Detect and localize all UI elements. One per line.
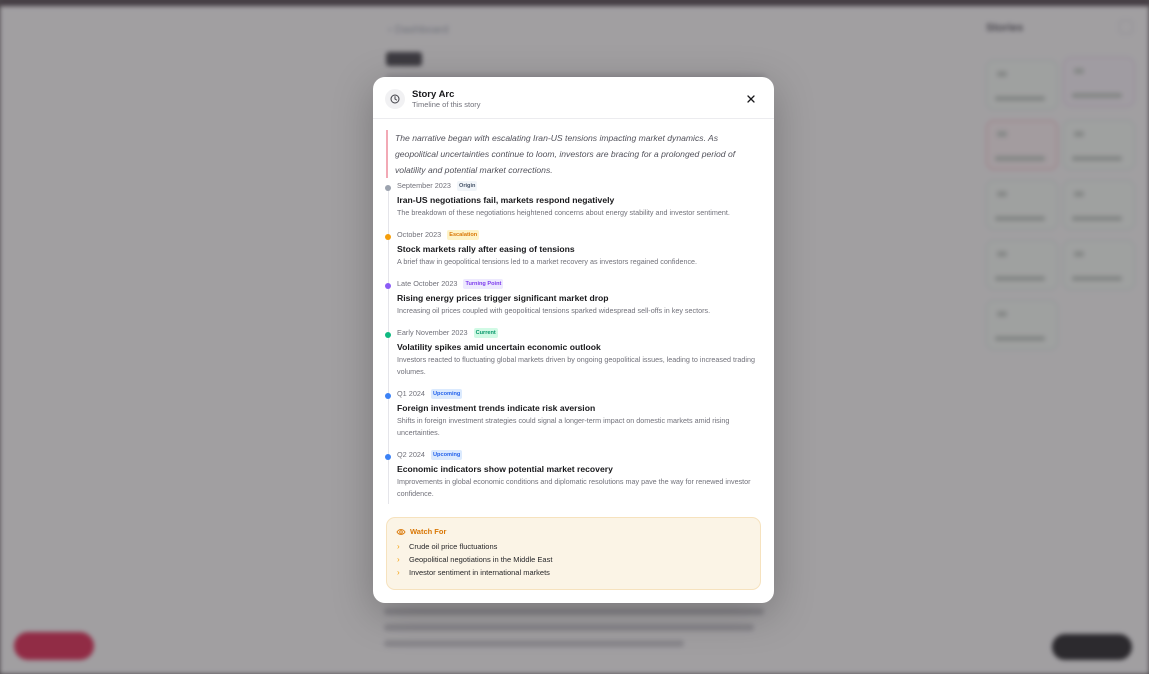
event-date: Early November 2023 bbox=[397, 328, 468, 337]
event-stage-badge: Upcoming bbox=[431, 450, 463, 460]
event-title: Volatility spikes amid uncertain economi… bbox=[397, 342, 601, 352]
watch-item: › Crude oil price fluctuations bbox=[397, 540, 747, 553]
eye-icon bbox=[396, 528, 406, 535]
event-meta: October 2023 Escalation bbox=[397, 229, 765, 241]
timeline-dot bbox=[385, 185, 391, 191]
watch-for-list: › Crude oil price fluctuations › Geopolitic… bbox=[397, 540, 747, 579]
event-description: Increasing oil prices coupled with geopo… bbox=[397, 306, 711, 315]
timeline-event: Q1 2024 Upcoming Foreign investment trends… bbox=[385, 388, 765, 439]
timeline: September 2023 Origin Iran-US negotiations… bbox=[385, 180, 765, 504]
chevron-right-icon: › bbox=[397, 568, 400, 577]
timeline-event: October 2023 Escalation Stock markets rall… bbox=[385, 229, 765, 268]
event-stage-badge: Escalation bbox=[447, 230, 480, 240]
close-icon bbox=[747, 95, 755, 103]
event-title: Economic indicators show potential marke… bbox=[397, 464, 613, 474]
event-date: Q1 2024 bbox=[397, 389, 425, 398]
event-meta: Q1 2024 Upcoming bbox=[397, 388, 765, 400]
close-button[interactable] bbox=[743, 91, 759, 107]
event-meta: Early November 2023 Current bbox=[397, 327, 765, 339]
watch-item: › Geopolitical negotiations in the Middle… bbox=[397, 553, 747, 566]
watch-item-label: Geopolitical negotiations in the Middle … bbox=[409, 555, 553, 564]
watch-item-label: Investor sentiment in international mark… bbox=[409, 568, 550, 577]
event-date: Q2 2024 bbox=[397, 450, 425, 459]
timeline-event: Late October 2023 Turning Point Rising ene… bbox=[385, 278, 765, 317]
event-stage-badge: Origin bbox=[456, 181, 478, 191]
event-description: The breakdown of these negotiations heig… bbox=[397, 208, 730, 217]
timeline-dot bbox=[385, 393, 391, 399]
event-title: Stock markets rally after easing of tens… bbox=[397, 244, 575, 254]
event-stage-badge: Current bbox=[473, 328, 498, 338]
modal-header: Story Arc Timeline of this story bbox=[373, 77, 774, 119]
event-meta: Q2 2024 Upcoming bbox=[397, 449, 765, 461]
event-meta: September 2023 Origin bbox=[397, 180, 765, 192]
timeline-event: September 2023 Origin Iran-US negotiations… bbox=[385, 180, 765, 219]
event-title: Iran-US negotiations fail, markets respo… bbox=[397, 195, 615, 205]
event-description: Improvements in global economic conditio… bbox=[397, 477, 751, 498]
chevron-right-icon: › bbox=[397, 542, 400, 551]
event-stage-badge: Upcoming bbox=[431, 389, 463, 399]
event-description: Investors reacted to fluctuating global … bbox=[397, 355, 755, 376]
event-date: September 2023 bbox=[397, 181, 451, 190]
timeline-dot bbox=[385, 454, 391, 460]
story-arc-modal: Story Arc Timeline of this story The nar… bbox=[373, 77, 774, 603]
chevron-right-icon: › bbox=[397, 555, 400, 564]
event-description: A brief thaw in geopolitical tensions le… bbox=[397, 257, 698, 266]
timeline-event: Q2 2024 Upcoming Economic indicators show … bbox=[385, 449, 765, 500]
clock-icon bbox=[385, 89, 405, 109]
watch-for-title: Watch For bbox=[396, 527, 446, 536]
event-date: Late October 2023 bbox=[397, 279, 458, 288]
timeline-dot bbox=[385, 283, 391, 289]
timeline-dot bbox=[385, 332, 391, 338]
watch-item: › Investor sentiment in international mar… bbox=[397, 566, 747, 579]
story-narrative: The narrative began with escalating Iran… bbox=[386, 130, 762, 178]
timeline-dot bbox=[385, 234, 391, 240]
watch-for-label: Watch For bbox=[410, 527, 447, 536]
event-meta: Late October 2023 Turning Point bbox=[397, 278, 765, 290]
modal-subtitle: Timeline of this story bbox=[412, 100, 481, 109]
event-title: Rising energy prices trigger significant… bbox=[397, 293, 609, 303]
event-stage-badge: Turning Point bbox=[463, 279, 504, 289]
modal-title: Story Arc bbox=[412, 89, 455, 100]
event-title: Foreign investment trends indicate risk … bbox=[397, 403, 596, 413]
watch-item-label: Crude oil price fluctuations bbox=[409, 542, 498, 551]
timeline-event: Early November 2023 Current Volatility spi… bbox=[385, 327, 765, 378]
event-description: Shifts in foreign investment strategies … bbox=[397, 416, 730, 437]
watch-for-panel: Watch For › Crude oil price fluctuations ›… bbox=[386, 517, 761, 590]
event-date: October 2023 bbox=[397, 230, 442, 239]
